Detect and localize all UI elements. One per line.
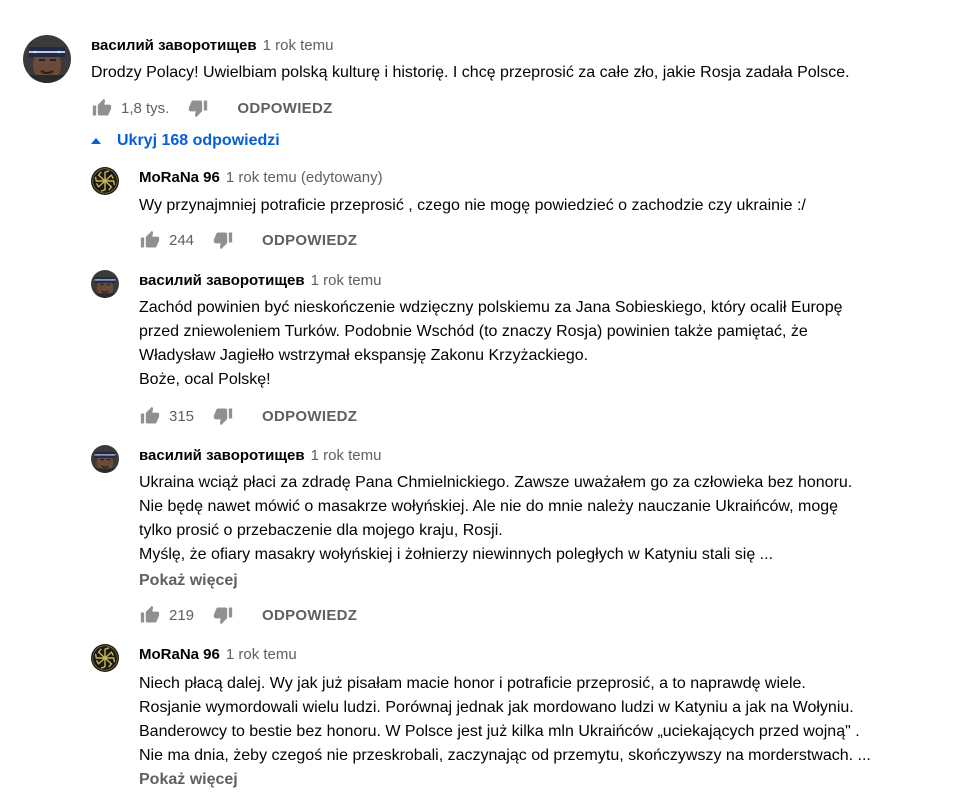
bandana-man-avatar[interactable] xyxy=(91,270,119,298)
comment-text: Drodzy Polacy! Uwielbiam polską kulturę … xyxy=(91,64,850,81)
like-count: 1,8 tys. xyxy=(121,99,170,117)
author-name[interactable]: MoRaNa 96 xyxy=(139,646,220,663)
author-name[interactable]: MoRaNa 96 xyxy=(139,169,220,186)
like-count: 315 xyxy=(169,407,195,425)
comment-time[interactable]: 1 rok temu xyxy=(311,272,382,289)
kolovrat-avatar[interactable] xyxy=(91,644,119,672)
reply-header: василий заворотищев 1 rok temu xyxy=(139,446,381,466)
reply-text: Zachód powinien być nieskończenie wdzięc… xyxy=(139,299,843,388)
reply-text: Wy przynajmniej potraficie przeprosić , … xyxy=(139,197,806,214)
reply-button[interactable]: ODPOWIEDZ xyxy=(262,607,357,624)
comment-time[interactable]: 1 rok temu xyxy=(263,37,334,54)
reply-actions: 315 ODPOWIEDZ xyxy=(139,404,357,428)
bandana-man-avatar[interactable] xyxy=(91,445,119,473)
show-more-button[interactable]: Pokaż więcej xyxy=(139,572,238,590)
reply-button[interactable]: ODPOWIEDZ xyxy=(262,232,357,249)
thumb-up-icon[interactable] xyxy=(139,605,161,625)
show-more-button[interactable]: Pokaż więcej xyxy=(139,771,238,789)
reply-header: василий заворотищев 1 rok temu xyxy=(139,271,381,291)
reply-header: MoRaNa 96 1 rok temu xyxy=(139,645,297,665)
comment-time[interactable]: 1 rok temu xyxy=(226,646,297,663)
comment-header: василий заворотищев 1 rok temu xyxy=(91,36,333,56)
author-name[interactable]: василий заворотищев xyxy=(139,272,305,289)
reply-header: MoRaNa 96 1 rok temu (edytowany) xyxy=(139,168,383,188)
hide-replies-button[interactable]: Ukryj 168 odpowiedzi xyxy=(91,132,280,150)
author-name[interactable]: василий заворотищев xyxy=(91,37,257,54)
comments-section: василий заворотищев 1 rok temu Drodzy Pol… xyxy=(0,0,970,800)
comment-time[interactable]: 1 rok temu (edytowany) xyxy=(226,169,383,186)
reply-actions: 244 ODPOWIEDZ xyxy=(139,228,357,252)
comment-time[interactable]: 1 rok temu xyxy=(311,447,382,464)
thumb-up-icon[interactable] xyxy=(139,406,161,426)
author-name[interactable]: василий заворотищев xyxy=(139,447,305,464)
thumb-up-icon[interactable] xyxy=(91,98,113,118)
kolovrat-avatar[interactable] xyxy=(91,167,119,195)
thumb-down-icon[interactable] xyxy=(212,230,234,250)
reply-actions: 219 ODPOWIEDZ xyxy=(139,603,357,627)
thumb-down-icon[interactable] xyxy=(187,98,209,118)
thumb-down-icon[interactable] xyxy=(212,406,234,426)
thumb-up-icon[interactable] xyxy=(139,230,161,250)
hide-replies-label: Ukryj 168 odpowiedzi xyxy=(117,132,280,149)
thumb-down-icon[interactable] xyxy=(212,605,234,625)
reply-text: Ukraina wciąż płaci za zdradę Pana Chmie… xyxy=(139,474,853,563)
reply-button[interactable]: ODPOWIEDZ xyxy=(262,408,357,425)
reply-text: Niech płacą dalej. Wy jak już pisałam ma… xyxy=(139,675,871,764)
bandana-man-avatar[interactable] xyxy=(23,35,71,83)
caret-up-icon xyxy=(91,138,101,144)
like-count: 244 xyxy=(169,231,195,249)
reply-button[interactable]: ODPOWIEDZ xyxy=(237,100,332,117)
comment-actions: 1,8 tys. ODPOWIEDZ xyxy=(91,96,333,120)
like-count: 219 xyxy=(169,606,195,624)
